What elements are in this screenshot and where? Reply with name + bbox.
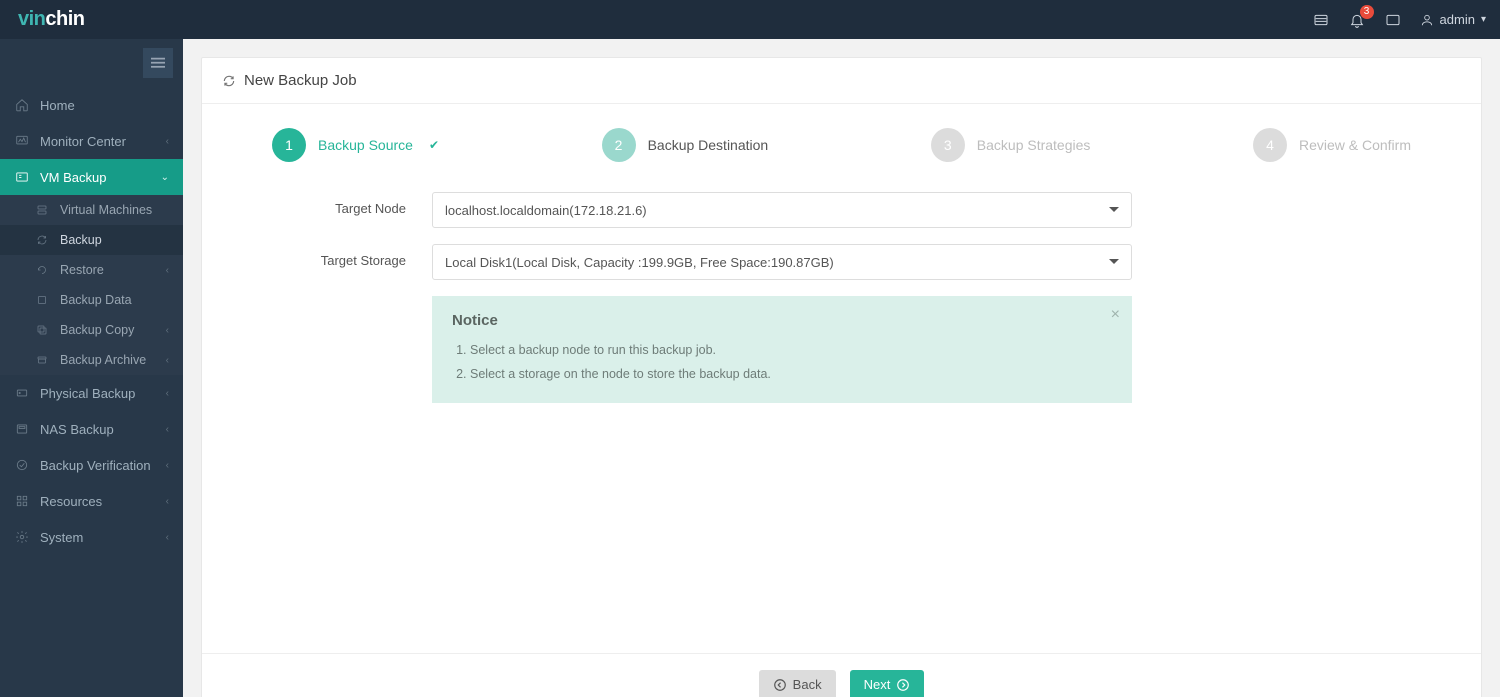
physical-icon [14, 385, 30, 401]
gear-icon [14, 529, 30, 545]
refresh-icon [222, 74, 236, 88]
sidebar: Home Monitor Center ‹ VM Backup ⌄ Virtua… [0, 39, 183, 697]
sidebar-item-restore[interactable]: Restore ‹ [0, 255, 183, 285]
sidebar-item-label: Virtual Machines [60, 203, 152, 217]
chevron-left-icon: ‹ [166, 136, 169, 147]
step-number: 2 [602, 128, 636, 162]
sidebar-item-label: Resources [40, 494, 102, 509]
copy-icon [34, 322, 50, 338]
wizard-stepper: 1 Backup Source ✔ 2 Backup Destination 3… [232, 128, 1451, 192]
monitor-icon [14, 133, 30, 149]
sidebar-item-label: Backup Archive [60, 353, 146, 367]
brand-logo: vinchin [18, 8, 85, 31]
messages-icon[interactable] [1312, 11, 1330, 29]
next-button[interactable]: Next [850, 670, 925, 697]
notification-badge: 3 [1360, 5, 1374, 19]
step-review-confirm[interactable]: 4 Review & Confirm [1253, 128, 1411, 162]
brand-rest: chin [45, 8, 84, 31]
restore-icon [34, 262, 50, 278]
chevron-left-icon: ‹ [166, 265, 169, 276]
notice-item: Select a backup node to run this backup … [470, 339, 1112, 363]
server-icon [34, 202, 50, 218]
step-label: Backup Source [318, 137, 413, 153]
fullscreen-icon[interactable] [1384, 11, 1402, 29]
back-button-label: Back [793, 677, 822, 692]
chevron-left-icon: ‹ [166, 325, 169, 336]
sidebar-item-virtual-machines[interactable]: Virtual Machines [0, 195, 183, 225]
sidebar-item-label: Backup [60, 233, 102, 247]
data-icon [34, 292, 50, 308]
step-label: Review & Confirm [1299, 137, 1411, 153]
target-node-value: localhost.localdomain(172.18.21.6) [445, 203, 647, 218]
notifications-icon[interactable]: 3 [1348, 11, 1366, 29]
sidebar-item-vm-backup[interactable]: VM Backup ⌄ [0, 159, 183, 195]
chevron-left-icon: ‹ [166, 532, 169, 543]
nas-icon [14, 421, 30, 437]
chevron-left-icon: ‹ [166, 460, 169, 471]
sidebar-item-backup-verification[interactable]: Backup Verification ‹ [0, 447, 183, 483]
next-button-label: Next [864, 677, 891, 692]
step-label: Backup Strategies [977, 137, 1091, 153]
check-icon: ✔ [429, 138, 439, 152]
page-title: New Backup Job [244, 72, 357, 89]
target-storage-value: Local Disk1(Local Disk, Capacity :199.9G… [445, 255, 834, 270]
chevron-left-icon: ‹ [166, 388, 169, 399]
vm-backup-submenu: Virtual Machines Backup Restore ‹ Backup… [0, 195, 183, 375]
sidebar-item-label: Physical Backup [40, 386, 135, 401]
step-number: 1 [272, 128, 306, 162]
notice-close-icon[interactable]: × [1111, 306, 1120, 324]
sidebar-item-monitor-center[interactable]: Monitor Center ‹ [0, 123, 183, 159]
archive-icon [34, 352, 50, 368]
chevron-left-icon: ‹ [166, 355, 169, 366]
sidebar-item-label: Backup Verification [40, 458, 151, 473]
sidebar-item-resources[interactable]: Resources ‹ [0, 483, 183, 519]
target-node-select[interactable]: localhost.localdomain(172.18.21.6) [432, 192, 1132, 228]
home-icon [14, 97, 30, 113]
notice-title: Notice [452, 312, 1112, 329]
sidebar-item-label: Monitor Center [40, 134, 126, 149]
chevron-left-icon: ‹ [166, 496, 169, 507]
sidebar-item-label: System [40, 530, 83, 545]
sidebar-item-backup[interactable]: Backup [0, 225, 183, 255]
sidebar-item-home[interactable]: Home [0, 87, 183, 123]
back-button[interactable]: Back [759, 670, 836, 697]
step-backup-strategies[interactable]: 3 Backup Strategies [931, 128, 1091, 162]
step-number: 3 [931, 128, 965, 162]
chevron-down-icon: ▾ [1481, 14, 1486, 25]
sidebar-item-label: Restore [60, 263, 104, 277]
verify-icon [14, 457, 30, 473]
target-node-label: Target Node [232, 192, 432, 228]
sidebar-item-backup-archive[interactable]: Backup Archive ‹ [0, 345, 183, 375]
sidebar-item-nas-backup[interactable]: NAS Backup ‹ [0, 411, 183, 447]
step-number: 4 [1253, 128, 1287, 162]
sidebar-item-label: NAS Backup [40, 422, 114, 437]
sidebar-item-label: Backup Data [60, 293, 132, 307]
target-storage-label: Target Storage [232, 244, 432, 280]
step-label: Backup Destination [648, 137, 769, 153]
chevron-down-icon: ⌄ [161, 172, 169, 183]
vm-icon [14, 169, 30, 185]
sidebar-item-label: Backup Copy [60, 323, 134, 337]
sidebar-item-label: VM Backup [40, 170, 106, 185]
sidebar-item-physical-backup[interactable]: Physical Backup ‹ [0, 375, 183, 411]
resources-icon [14, 493, 30, 509]
user-menu[interactable]: admin ▾ [1420, 12, 1486, 27]
refresh-icon [34, 232, 50, 248]
chevron-left-icon: ‹ [166, 424, 169, 435]
sidebar-toggle[interactable] [143, 48, 173, 78]
step-backup-source[interactable]: 1 Backup Source ✔ [272, 128, 439, 162]
notice-item: Select a storage on the node to store th… [470, 363, 1112, 387]
page-title-row: New Backup Job [202, 58, 1481, 104]
notice-panel: × Notice Select a backup node to run thi… [432, 296, 1132, 403]
user-name: admin [1440, 12, 1475, 27]
step-backup-destination[interactable]: 2 Backup Destination [602, 128, 769, 162]
sidebar-item-backup-copy[interactable]: Backup Copy ‹ [0, 315, 183, 345]
target-storage-select[interactable]: Local Disk1(Local Disk, Capacity :199.9G… [432, 244, 1132, 280]
brand-accent: vin [18, 8, 45, 31]
sidebar-item-label: Home [40, 98, 75, 113]
sidebar-item-system[interactable]: System ‹ [0, 519, 183, 555]
sidebar-item-backup-data[interactable]: Backup Data [0, 285, 183, 315]
